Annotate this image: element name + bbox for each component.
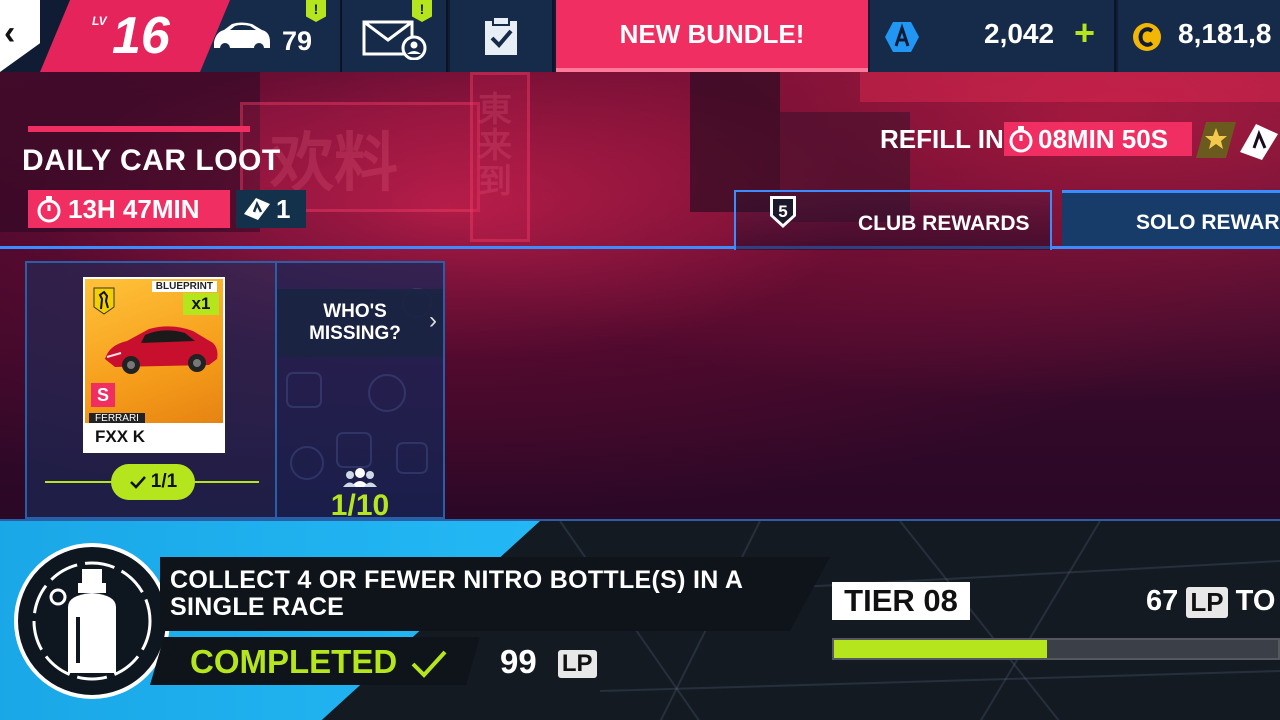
card-progress-value: 1/1	[150, 471, 178, 492]
mission-status-label: COMPLETED	[190, 643, 398, 680]
loot-tickets: 1	[236, 190, 306, 228]
mission-description: COLLECT 4 OR FEWER NITRO BOTTLE(S) IN A …	[170, 566, 743, 621]
blueprint-card[interactable]: BLUEPRINT x1 S FERRARI FXX K	[83, 277, 225, 453]
club-badge-number: 5	[778, 202, 787, 221]
ticket-icon	[244, 198, 270, 220]
loot-timer-value: 13H 47MIN	[68, 193, 200, 224]
mission-icon	[14, 543, 170, 699]
garage-alert-badge: !	[306, 0, 326, 22]
back-arrow-icon: ‹	[4, 14, 16, 52]
top-bar: 79 ! ! NEW BUNDLE! 2,042 + 8,181,8 ‹ LV …	[0, 0, 1280, 72]
mission-bar: COLLECT 4 OR FEWER NITRO BOTTLE(S) IN A …	[0, 519, 1280, 720]
tasks-button[interactable]	[450, 0, 554, 72]
car-image	[105, 326, 218, 374]
title-accent-bar	[28, 126, 250, 132]
blueprint-card-panel[interactable]: BLUEPRINT x1 S FERRARI FXX K 1/1	[25, 261, 277, 519]
tab-club-label: CLUB REWARDS	[858, 212, 1030, 235]
ferrari-logo-icon	[93, 287, 115, 315]
refill-timer: 08MIN 50S	[1004, 122, 1192, 156]
car-count: 79	[282, 26, 313, 56]
credits-counter[interactable]: 8,181,8	[1118, 0, 1280, 72]
credits-value: 8,181,8	[1178, 18, 1272, 49]
stopwatch-icon	[37, 196, 61, 223]
club-shield-icon: 5	[770, 196, 796, 228]
mission-reward-value: 99	[500, 643, 537, 680]
club-members-panel: WHO'S MISSING? › 1/10	[277, 261, 445, 519]
player-level-badge: LV 16	[40, 0, 230, 72]
tab-solo-label: SOLO REWARD	[1136, 211, 1280, 234]
whos-missing-button[interactable]: WHO'S MISSING? ›	[277, 289, 443, 357]
card-progress-pill: 1/1	[111, 464, 195, 500]
car-rank-badge: S	[91, 383, 115, 407]
club-members-count: 1/10	[330, 489, 390, 519]
tab-club-rewards[interactable]: 5 CLUB REWARDS	[734, 190, 1052, 250]
mission-description-box: COLLECT 4 OR FEWER NITRO BOTTLE(S) IN A …	[160, 557, 830, 631]
tier-progress-fill	[834, 640, 1048, 658]
mission-status-box: COMPLETED	[150, 637, 480, 685]
tickets-count: 1	[276, 193, 291, 224]
credits-coin-icon	[1133, 23, 1161, 51]
ticket-star-icons	[1196, 122, 1278, 160]
mission-status: COMPLETED	[190, 643, 448, 681]
tab-underline	[0, 246, 1280, 249]
chevron-right-icon: ›	[429, 307, 437, 334]
refill-label: REFILL IN	[880, 124, 1004, 154]
car-model: FXX K	[85, 423, 223, 451]
refill-timer-value: 08MIN 50S	[1038, 123, 1169, 154]
tier-label: TIER 08	[832, 582, 970, 620]
mail-button[interactable]: !	[342, 0, 448, 72]
lp-to-next-tier: 67 LP TO	[1146, 585, 1275, 618]
clipboard-check-icon	[485, 16, 517, 55]
lp-unit-tag: LP	[1186, 586, 1228, 618]
level-prefix: LV	[92, 14, 107, 28]
blueprint-count: x1	[183, 293, 219, 315]
tokens-counter[interactable]: 2,042 +	[870, 0, 1116, 72]
tokens-value: 2,042	[984, 18, 1055, 49]
lp-unit-tag: LP	[557, 650, 597, 679]
blueprint-label: BLUEPRINT	[151, 281, 217, 292]
neon-strip	[860, 72, 1280, 102]
nitro-bottle-icon	[32, 561, 152, 681]
token-icon	[885, 22, 919, 52]
add-tokens-button[interactable]: +	[1074, 12, 1095, 54]
lp-suffix: TO	[1235, 585, 1276, 617]
tab-solo-rewards[interactable]: SOLO REWARD	[1062, 190, 1280, 246]
neon-glyph: 東来到	[478, 90, 512, 202]
mission-reward: 99 LP	[500, 643, 597, 681]
back-button[interactable]: ‹	[0, 0, 40, 72]
members-icon	[343, 468, 377, 487]
stopwatch-icon	[1009, 126, 1033, 153]
whos-missing-label: WHO'S MISSING?	[309, 301, 401, 344]
level-number: 16	[112, 7, 170, 65]
checkmark-icon	[129, 476, 146, 489]
new-bundle-button[interactable]: NEW BUNDLE!	[556, 0, 868, 72]
page-title: DAILY CAR LOOT	[22, 144, 281, 177]
lp-needed-value: 67	[1146, 585, 1179, 617]
mail-icon	[362, 20, 427, 60]
tier-progress-bar	[832, 638, 1280, 660]
loot-timer: 13H 47MIN	[28, 190, 230, 228]
checkmark-icon	[410, 649, 448, 679]
